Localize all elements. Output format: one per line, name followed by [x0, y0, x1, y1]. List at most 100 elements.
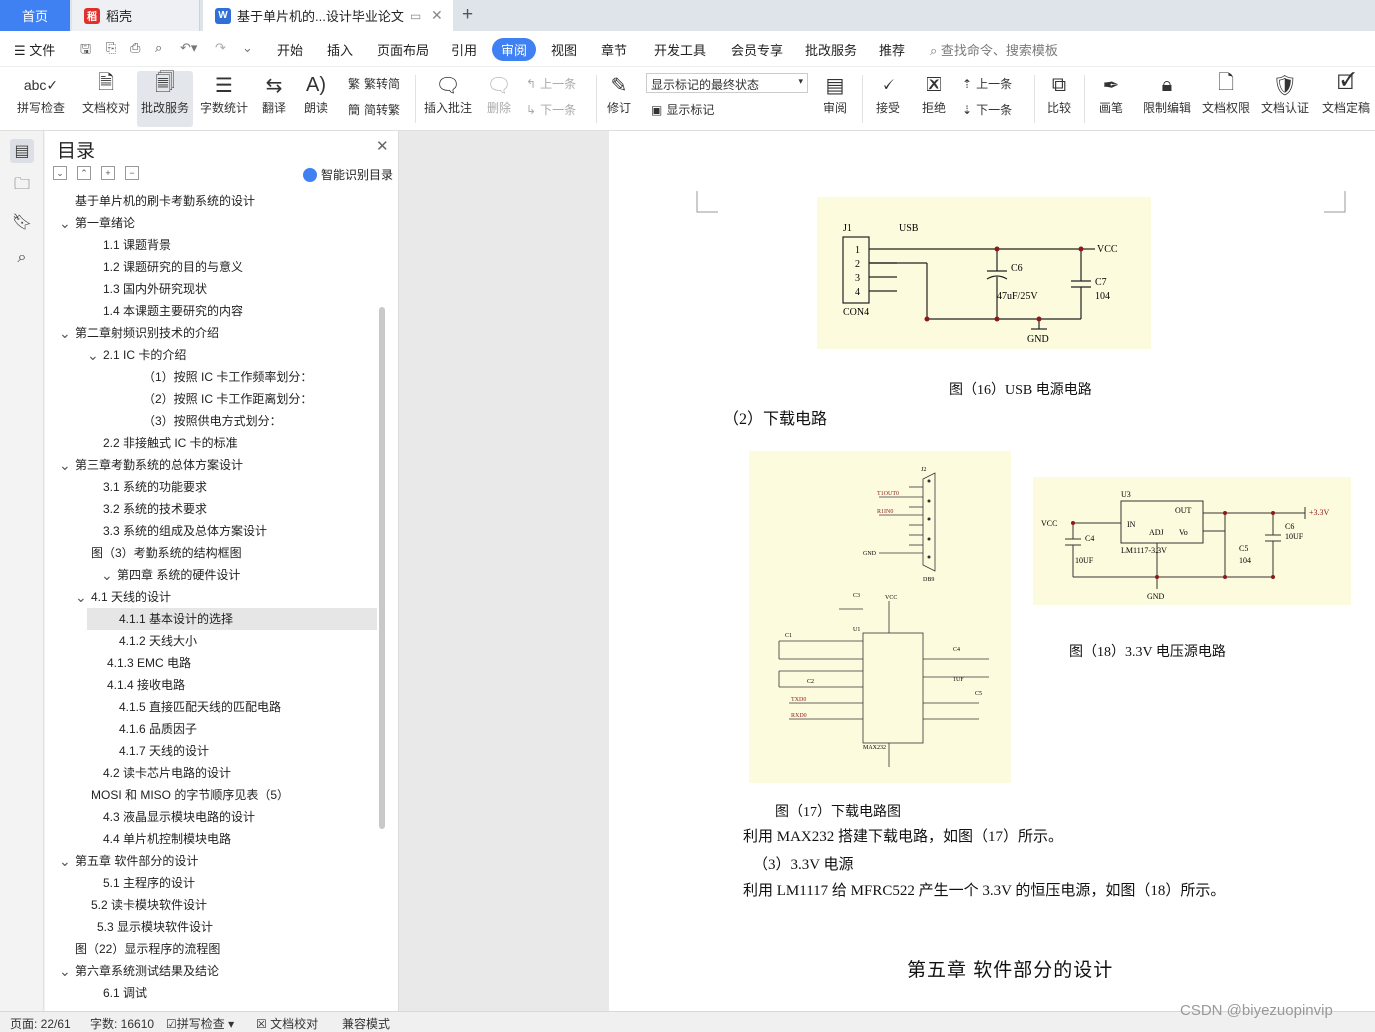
- delete-comment-button[interactable]: 🗨 删除: [480, 71, 518, 127]
- menu-correction[interactable]: 批改服务: [805, 40, 857, 59]
- toc-item[interactable]: 4.2 读卡芯片电路的设计: [45, 762, 375, 784]
- menu-insert[interactable]: 插入: [327, 40, 353, 59]
- chevron-down-icon[interactable]: ⌄: [75, 586, 87, 608]
- expand-up-icon[interactable]: ⌃: [77, 166, 91, 180]
- page-indicator[interactable]: 页面: 22/61: [10, 1015, 71, 1032]
- review-pane-button[interactable]: ▤ 审阅: [814, 71, 856, 127]
- toc-panel-icon[interactable]: ▤: [10, 139, 34, 163]
- proofread-button[interactable]: 🗎 文档校对: [78, 71, 134, 127]
- save-icon[interactable]: 🖫: [80, 40, 91, 62]
- remove-entry-icon[interactable]: −: [125, 166, 139, 180]
- menu-member[interactable]: 会员专享: [731, 40, 783, 59]
- print-icon[interactable]: ⎙: [130, 40, 140, 56]
- toc-item[interactable]: ⌄ 第二章射频识别技术的介绍: [45, 322, 375, 344]
- chevron-down-icon[interactable]: ⌄: [59, 454, 71, 476]
- chevron-down-icon[interactable]: ⌄: [59, 212, 71, 234]
- toc-item[interactable]: ⌄ 4.1 天线的设计: [45, 586, 375, 608]
- toc-item[interactable]: 4.3 液晶显示模块电路的设计: [45, 806, 375, 828]
- word-count-indicator[interactable]: 字数: 16610: [90, 1015, 154, 1032]
- compare-button[interactable]: ⧉ 比较: [1040, 71, 1078, 127]
- toc-item[interactable]: 1.3 国内外研究现状: [45, 278, 375, 300]
- toc-item[interactable]: ⌄ 第六章系统测试结果及结论: [45, 960, 375, 982]
- toc-item[interactable]: ⌄ 第一章绪论: [45, 212, 375, 234]
- undo-icon[interactable]: ↶▾: [180, 40, 197, 56]
- tab-pin-icon[interactable]: ▭: [410, 9, 421, 23]
- toc-item[interactable]: MOSI 和 MISO 的字节顺序见表（5）: [45, 784, 375, 806]
- bookmark-icon[interactable]: 🔖︎: [10, 210, 34, 234]
- toc-item[interactable]: 4.1.6 品质因子: [45, 718, 375, 740]
- more-icon[interactable]: ⌄: [242, 40, 253, 56]
- toc-item[interactable]: 4.1.7 天线的设计: [45, 740, 375, 762]
- toc-item[interactable]: 3.2 系统的技术要求: [45, 498, 375, 520]
- toc-item[interactable]: ⌄ 2.1 IC 卡的介绍: [45, 344, 375, 366]
- toc-item[interactable]: 3.3 系统的组成及总体方案设计: [45, 520, 375, 542]
- read-aloud-button[interactable]: A) 朗读: [297, 71, 335, 127]
- chevron-down-icon[interactable]: ⌄: [59, 322, 71, 344]
- menu-start[interactable]: 开始: [277, 40, 303, 59]
- doc-finalize-button[interactable]: 🗹 文档定稿: [1318, 71, 1374, 127]
- tab-close-icon[interactable]: ✕: [431, 7, 443, 24]
- toc-item[interactable]: 6.1 调试: [45, 982, 375, 1004]
- toc-item[interactable]: 5.3 显示模块软件设计: [45, 916, 375, 938]
- close-icon[interactable]: ✕: [376, 137, 389, 155]
- toc-item[interactable]: ⌄ 第四章 系统的硬件设计: [45, 564, 375, 586]
- doc-permission-button[interactable]: 🗋 文档权限: [1200, 71, 1252, 127]
- toc-item[interactable]: 基于单片机的刷卡考勤系统的设计: [45, 190, 375, 212]
- chevron-down-icon[interactable]: ⌄: [59, 960, 71, 982]
- toc-item[interactable]: 图（3）考勤系统的结构框图: [45, 542, 375, 564]
- status-spell-check[interactable]: ☑拼写检查 ▾: [166, 1015, 234, 1032]
- toc-item[interactable]: （3）按照供电方式划分：: [45, 410, 375, 432]
- word-count-button[interactable]: ☰ 字数统计: [198, 71, 250, 127]
- command-search[interactable]: ⌕ 查找命令、搜索模板: [930, 40, 1058, 59]
- new-tab-icon[interactable]: +: [462, 4, 473, 26]
- show-markup-button[interactable]: ▣ 显示标记: [651, 101, 714, 118]
- next-change-button[interactable]: ⇣ 下一条: [962, 101, 1012, 118]
- toc-item[interactable]: 3.1 系统的功能要求: [45, 476, 375, 498]
- smart-toc-button[interactable]: 智能识别目录: [303, 166, 393, 183]
- toc-item[interactable]: （2）按照 IC 卡工作距离划分：: [45, 388, 375, 410]
- chevron-down-icon[interactable]: ⌄: [59, 850, 71, 872]
- markup-state-select[interactable]: 显示标记的最终状态 ▾: [646, 73, 808, 93]
- collapse-all-icon[interactable]: ⌄: [53, 166, 67, 180]
- chapter-nav-icon[interactable]: 🗀: [10, 174, 34, 198]
- tab-home[interactable]: 首页: [0, 0, 70, 31]
- toc-item[interactable]: 5.2 读卡模块软件设计: [45, 894, 375, 916]
- simp-to-trad-button[interactable]: 簡简转繁: [348, 101, 400, 118]
- restrict-edit-button[interactable]: 🔒︎ 限制编辑: [1141, 71, 1193, 127]
- toc-item[interactable]: 1.2 课题研究的目的与意义: [45, 256, 375, 278]
- toc-item[interactable]: 1.1 课题背景: [45, 234, 375, 256]
- chevron-down-icon[interactable]: ⌄: [87, 344, 99, 366]
- add-entry-icon[interactable]: +: [101, 166, 115, 180]
- status-proofread[interactable]: ☒ 文档校对: [256, 1015, 318, 1032]
- accept-button[interactable]: 🗸 接受: [868, 71, 908, 127]
- translate-button[interactable]: ⇆ 翻译: [255, 71, 293, 127]
- toc-item[interactable]: 5.1 主程序的设计: [45, 872, 375, 894]
- chevron-down-icon[interactable]: ⌄: [101, 564, 113, 586]
- prev-change-button[interactable]: ⇡ 上一条: [962, 75, 1012, 92]
- toc-item[interactable]: （1）按照 IC 卡工作频率划分：: [45, 366, 375, 388]
- toc-item[interactable]: 图（22）显示程序的流程图: [45, 938, 375, 960]
- file-menu[interactable]: ☰ 文件: [14, 40, 55, 59]
- menu-devtools[interactable]: 开发工具: [654, 40, 706, 59]
- redo-icon[interactable]: ↷: [215, 40, 226, 56]
- menu-layout[interactable]: 页面布局: [377, 40, 429, 59]
- insert-comment-button[interactable]: 🗨 插入批注: [422, 71, 474, 127]
- menu-view[interactable]: 视图: [551, 40, 577, 59]
- toc-item[interactable]: 4.1.5 直接匹配天线的匹配电路: [45, 696, 375, 718]
- menu-recommend[interactable]: 推荐: [879, 40, 905, 59]
- trad-to-simp-button[interactable]: 繁繁转简: [348, 75, 400, 92]
- reject-button[interactable]: 🗷 拒绝: [914, 71, 954, 127]
- spell-check-button[interactable]: abc✓ 拼写检查: [10, 71, 72, 127]
- toc-item[interactable]: ⌄ 第五章 软件部分的设计: [45, 850, 375, 872]
- menu-chapter[interactable]: 章节: [601, 40, 627, 59]
- export-icon[interactable]: ⎘: [106, 40, 116, 56]
- toc-item[interactable]: 4.1.3 EMC 电路: [45, 652, 375, 674]
- tab-docer[interactable]: 稻 稻壳: [72, 0, 200, 31]
- search-icon[interactable]: ⌕: [10, 246, 34, 270]
- next-comment-button[interactable]: ↳ 下一条: [526, 101, 576, 118]
- toc-item[interactable]: 2.2 非接触式 IC 卡的标准: [45, 432, 375, 454]
- track-changes-button[interactable]: ✎ 修订: [600, 71, 638, 127]
- menu-reference[interactable]: 引用: [451, 40, 477, 59]
- doc-certify-button[interactable]: 🛡︎ 文档认证: [1259, 71, 1311, 127]
- menu-review[interactable]: 审阅: [492, 38, 537, 61]
